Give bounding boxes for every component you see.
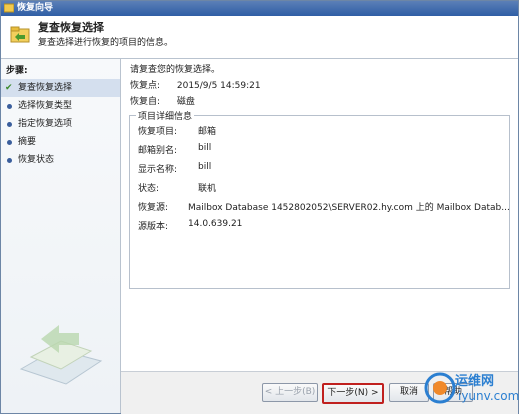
bullet-icon	[7, 104, 12, 109]
step-summary[interactable]: 摘要	[1, 133, 120, 151]
main-content: 请复查您的恢复选择。 恢复点: 2015/9/5 14:59:21 恢复自: 磁…	[121, 59, 518, 371]
detail-value: bill	[198, 162, 212, 172]
window-title: 恢复向导	[17, 3, 54, 13]
detail-value: 联机	[198, 184, 217, 194]
restore-from-row: 恢复自: 磁盘	[130, 94, 261, 110]
detail-label: 状态:	[138, 184, 160, 194]
intro-text: 请复查您的恢复选择。	[130, 65, 221, 75]
wizard-header: 复查恢复选择 复查选择进行恢复的项目的信息。	[1, 16, 518, 59]
page-description: 复查选择进行恢复的项目的信息。	[38, 38, 174, 48]
step-label: 选择恢复类型	[18, 101, 73, 111]
detail-value: 14.0.639.21	[188, 219, 243, 229]
detail-value: bill	[198, 143, 212, 153]
restore-from-value: 磁盘	[176, 97, 195, 107]
check-icon: ✔	[5, 83, 13, 93]
step-label: 摘要	[18, 137, 37, 147]
group-title: 项目详细信息	[136, 109, 195, 122]
detail-value: Mailbox Database 1452802052\SERVER02.hy.…	[188, 203, 510, 213]
next-button[interactable]: 下一步(N) >	[322, 383, 384, 404]
step-specify-options[interactable]: 指定恢复选项	[1, 115, 120, 133]
restore-point-value: 2015/9/5 14:59:21	[176, 81, 261, 91]
recovery-wizard-window: 恢复向导 复查恢复选择 复查选择进行恢复的项目的信息。 步骤: ✔ 复查恢复选择…	[0, 0, 519, 414]
step-label: 复查恢复选择	[18, 83, 73, 93]
bullet-icon	[7, 158, 12, 163]
detail-label: 恢复项目:	[138, 127, 178, 137]
watermark-subtext: iyunv.com	[458, 389, 519, 403]
bullet-icon	[7, 140, 12, 145]
folder-restore-icon	[10, 26, 30, 43]
step-review-selection[interactable]: ✔ 复查恢复选择	[1, 79, 120, 97]
steps-list: ✔ 复查恢复选择 选择恢复类型 指定恢复选项 摘要 恢复状态	[1, 79, 120, 169]
restore-illustration-icon	[19, 325, 103, 385]
step-label: 恢复状态	[18, 155, 55, 165]
watermark-text: 运维网	[455, 374, 495, 389]
restore-from-label: 恢复自:	[130, 97, 161, 107]
item-details-group: 项目详细信息 恢复项目: 邮箱 邮箱别名: bill 显示名称: bill 状态…	[129, 109, 510, 289]
back-button[interactable]: < 上一步(B)	[262, 383, 318, 402]
restore-point-row: 恢复点: 2015/9/5 14:59:21	[130, 78, 261, 94]
steps-label: 步骤:	[6, 66, 28, 76]
step-label: 指定恢复选项	[18, 119, 73, 129]
detail-label: 邮箱别名:	[138, 146, 178, 156]
bullet-icon	[7, 122, 12, 127]
selection-summary: 请复查您的恢复选择。 恢复点: 2015/9/5 14:59:21 恢复自: 磁…	[130, 62, 261, 110]
step-select-recovery-type[interactable]: 选择恢复类型	[1, 97, 120, 115]
detail-label: 显示名称:	[138, 165, 178, 175]
title-bar: 恢复向导	[1, 1, 518, 16]
step-recovery-status[interactable]: 恢复状态	[1, 151, 120, 169]
restore-point-label: 恢复点:	[130, 81, 161, 91]
page-title: 复查恢复选择	[38, 21, 104, 34]
steps-sidebar: 步骤: ✔ 复查恢复选择 选择恢复类型 指定恢复选项 摘要 恢复状态	[1, 59, 121, 413]
wizard-app-icon	[4, 3, 14, 13]
detail-value: 邮箱	[198, 127, 217, 137]
